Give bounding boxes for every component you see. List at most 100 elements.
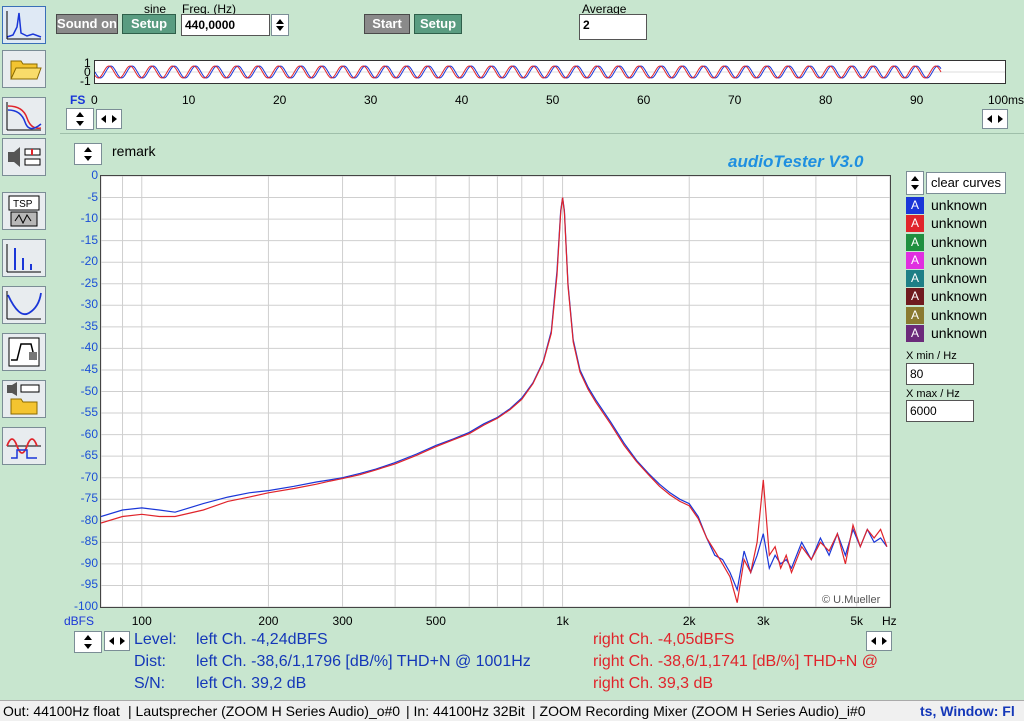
legend-item[interactable]: Aunknown xyxy=(906,196,1016,214)
legend-item[interactable]: Aunknown xyxy=(906,233,1016,251)
legend-swatch[interactable]: A xyxy=(906,233,924,251)
xmax-input[interactable]: 6000 xyxy=(906,400,974,422)
left-toolbar: TSP xyxy=(0,0,48,700)
start-button[interactable]: Start xyxy=(364,14,410,34)
scope-time-tick: 50 xyxy=(546,93,560,107)
legend-down-icon[interactable] xyxy=(911,185,919,190)
x-tick-label: 5k xyxy=(850,614,864,628)
chart-left-icon[interactable] xyxy=(109,637,114,645)
legend-label[interactable]: unknown xyxy=(931,252,987,268)
x-tick-label: 500 xyxy=(425,614,446,628)
scope-right-icon[interactable] xyxy=(112,115,117,123)
folder-open-icon[interactable] xyxy=(2,50,46,88)
signal-setup-button[interactable]: Setup xyxy=(122,14,176,34)
y-tick-label: -40 xyxy=(80,340,98,355)
average-input[interactable]: 2 xyxy=(579,14,647,40)
legend-item[interactable]: Aunknown xyxy=(906,306,1016,324)
scope-left-icon[interactable] xyxy=(101,115,106,123)
legend-spinner[interactable] xyxy=(906,171,924,195)
legend-label[interactable]: unknown xyxy=(931,288,987,304)
legend-up-icon[interactable] xyxy=(911,176,919,181)
svg-text:TSP: TSP xyxy=(13,199,33,210)
legend-swatch[interactable]: A xyxy=(906,288,924,306)
chart-up-icon[interactable] xyxy=(84,635,92,640)
y-tick-label: -20 xyxy=(80,254,98,269)
legend-swatch[interactable]: A xyxy=(906,197,924,214)
legend-label[interactable]: unknown xyxy=(931,270,987,286)
remark-spinner[interactable] xyxy=(74,143,102,165)
freq-down-icon[interactable] xyxy=(276,26,284,31)
remark-up-icon[interactable] xyxy=(84,147,92,152)
scope-zoom-spinner[interactable] xyxy=(66,108,94,130)
x-tick-label: 3k xyxy=(756,614,770,628)
legend-label[interactable]: unknown xyxy=(931,307,987,323)
status-output-format: Out: 44100Hz float xyxy=(3,703,120,719)
series-line-0 xyxy=(101,197,888,592)
chart-right-icon[interactable] xyxy=(120,637,125,645)
dist-right: right Ch. -38,6/1,1741 [dB/%] THD+N @ xyxy=(593,653,878,670)
legend-item[interactable]: Aunknown xyxy=(906,214,1016,233)
impulse-response-icon[interactable] xyxy=(2,239,46,277)
status-window-info: ts, Window: Fl xyxy=(920,703,1015,719)
freq-spinner[interactable] xyxy=(271,14,289,36)
scope-scroll-left-right[interactable] xyxy=(96,109,122,129)
scope-down-icon[interactable] xyxy=(76,121,84,126)
xmin-input[interactable]: 80 xyxy=(906,363,974,385)
chart-end-left-icon[interactable] xyxy=(871,637,876,645)
measure-setup-button[interactable]: Setup xyxy=(414,14,462,34)
freq-up-icon[interactable] xyxy=(276,19,284,24)
legend-item[interactable]: Aunknown xyxy=(906,287,1016,306)
filter-speaker-icon[interactable] xyxy=(2,333,46,371)
legend-swatch[interactable]: A xyxy=(906,325,924,343)
chart-end-right-icon[interactable] xyxy=(882,637,887,645)
scope-scroll-end[interactable] xyxy=(982,109,1008,129)
legend-item[interactable]: Aunknown xyxy=(906,251,1016,269)
y-tick-label: -5 xyxy=(87,189,98,204)
chart-scroll-left-right[interactable] xyxy=(104,631,130,651)
chart-down-icon[interactable] xyxy=(84,644,92,649)
app-title: audioTester V3.0 xyxy=(728,152,864,171)
scope-time-tick: 30 xyxy=(364,93,378,107)
legend-label[interactable]: unknown xyxy=(931,215,987,231)
legend-label[interactable]: unknown xyxy=(931,197,987,213)
chart-scroll-end[interactable] xyxy=(866,631,892,651)
legend-swatch[interactable]: A xyxy=(906,251,924,269)
scope-time-tick: 0 xyxy=(91,93,98,107)
legend-label[interactable]: unknown xyxy=(931,325,987,341)
y-tick-label: -65 xyxy=(80,448,98,463)
legend-swatch[interactable]: A xyxy=(906,306,924,324)
x-tick-label: 2k xyxy=(682,614,696,628)
x-tick-label: 100 xyxy=(131,614,152,628)
spectrum-view-icon[interactable] xyxy=(2,6,46,44)
y-tick-label: -50 xyxy=(80,383,98,398)
legend-item[interactable]: Aunknown xyxy=(906,324,1016,343)
y-tick-label: -70 xyxy=(80,469,98,484)
speaker-meter-icon[interactable] xyxy=(2,138,46,176)
scope-end-left-icon[interactable] xyxy=(987,115,992,123)
speaker-folder-icon[interactable] xyxy=(2,380,46,418)
tsp-icon[interactable]: TSP xyxy=(2,192,46,230)
waveform-icon[interactable] xyxy=(2,427,46,465)
frequency-response-icon[interactable] xyxy=(2,97,46,135)
legend-swatch[interactable]: A xyxy=(906,270,924,288)
scope-up-icon[interactable] xyxy=(76,112,84,117)
legend-item[interactable]: Aunknown xyxy=(906,269,1016,288)
legend-swatch[interactable]: A xyxy=(906,215,924,233)
copyright-label: © U.Mueller xyxy=(822,594,881,606)
legend-label[interactable]: unknown xyxy=(931,234,987,250)
freq-input[interactable]: 440,0000 xyxy=(181,14,270,36)
dist-left: left Ch. -38,6/1,1796 [dB/%] THD+N @ 100… xyxy=(196,653,531,670)
remark-text[interactable]: remark xyxy=(112,143,156,159)
scope-ytick: -1 xyxy=(80,74,91,88)
remark-down-icon[interactable] xyxy=(84,156,92,161)
scope-end-right-icon[interactable] xyxy=(998,115,1003,123)
curve-plot-icon[interactable] xyxy=(2,286,46,324)
sound-on-button[interactable]: Sound on xyxy=(56,14,118,34)
scope-time-tick: 90 xyxy=(910,93,924,107)
clear-curves-button[interactable]: clear curves xyxy=(926,172,1006,194)
level-right: right Ch. -4,05dBFS xyxy=(593,631,735,648)
x-tick-label: 1k xyxy=(556,614,569,628)
y-tick-label: -35 xyxy=(80,318,98,333)
chart-zoom-spinner[interactable] xyxy=(74,631,102,653)
scope-time-tick: 80 xyxy=(819,93,833,107)
